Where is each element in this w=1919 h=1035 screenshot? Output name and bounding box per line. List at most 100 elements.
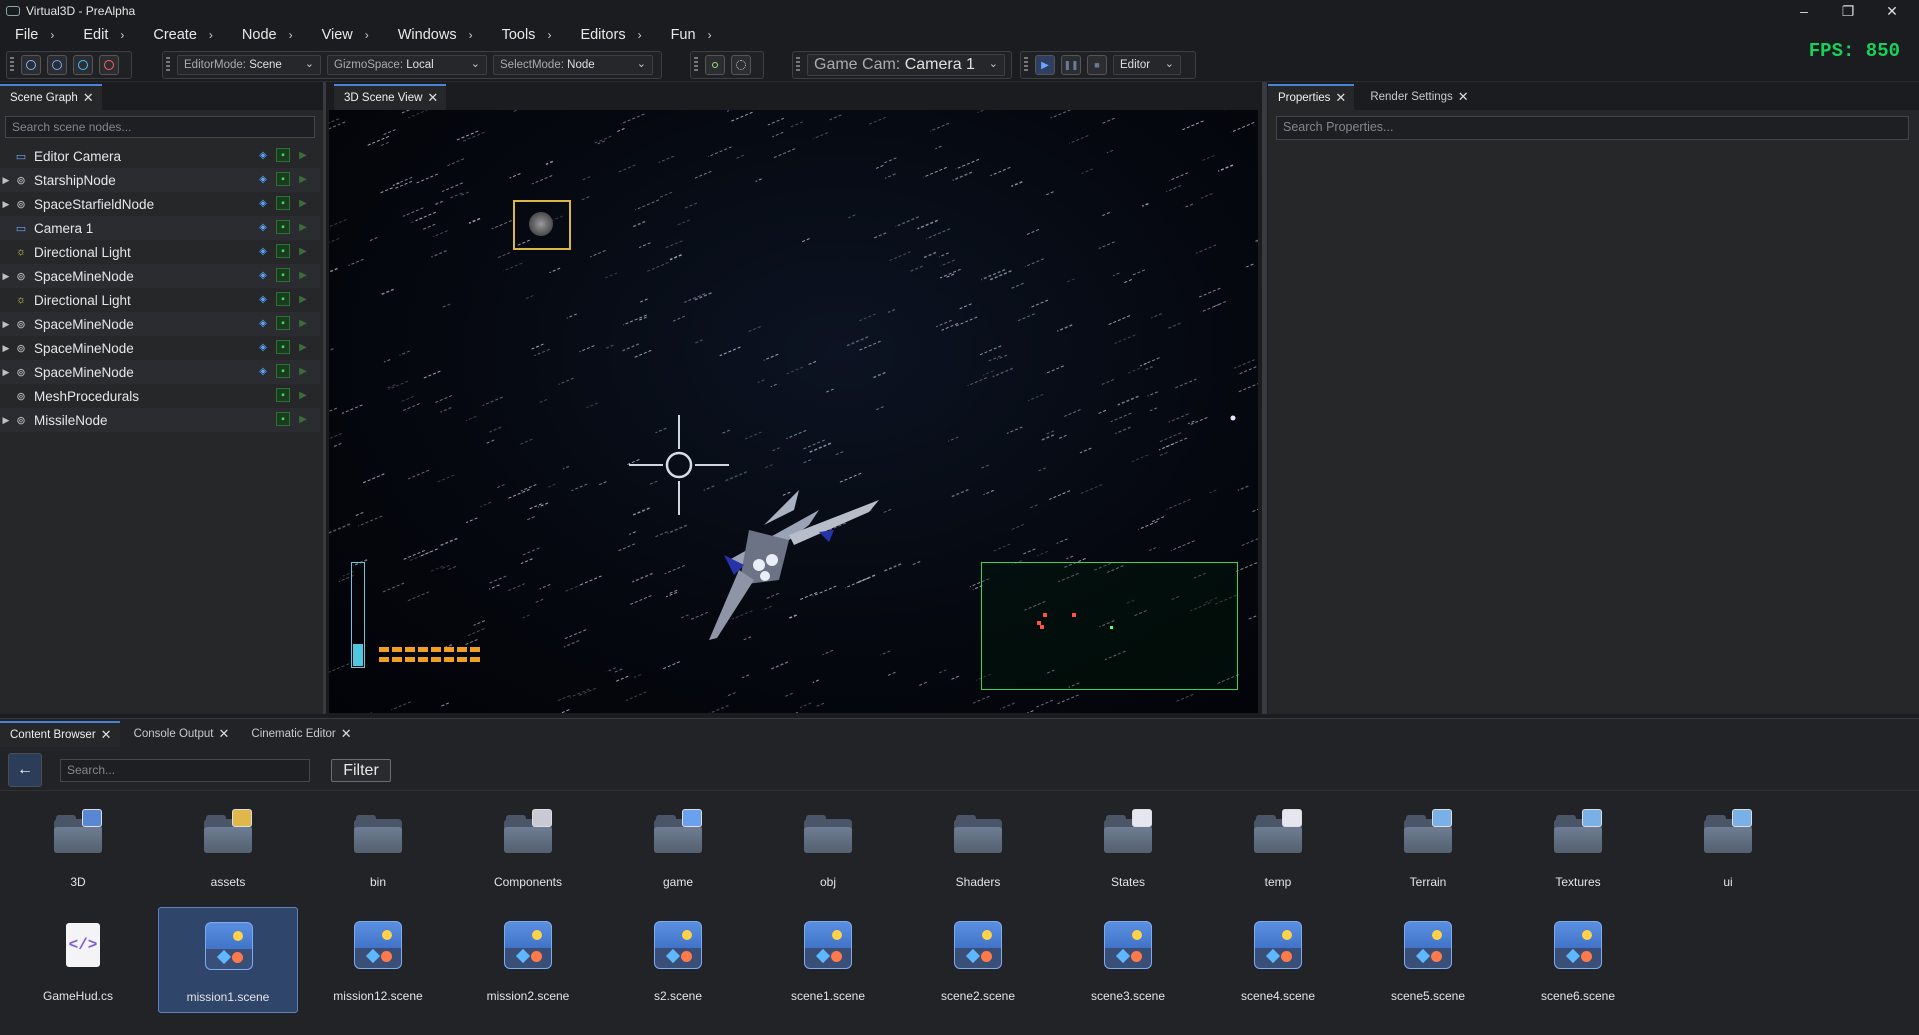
minimize-button[interactable]: –	[1782, 0, 1826, 22]
grip-handle-icon[interactable]	[1024, 57, 1028, 73]
folder-item[interactable]: Textures	[1508, 797, 1648, 903]
tab-properties[interactable]: Properties ✕	[1268, 84, 1355, 110]
eye-icon[interactable]: ◈	[256, 196, 270, 210]
eye-icon[interactable]	[256, 388, 270, 402]
eye-icon[interactable]: ◈	[256, 148, 270, 162]
play-icon[interactable]: ▶	[296, 412, 310, 426]
folder-item[interactable]: Terrain	[1358, 797, 1498, 903]
play-icon[interactable]: ▶	[296, 172, 310, 186]
file-item[interactable]: scene6.scene	[1508, 907, 1648, 1013]
file-item[interactable]: mission12.scene	[308, 907, 448, 1013]
visibility-toggle-icon[interactable]: ▪	[276, 364, 290, 378]
snap-button[interactable]	[705, 55, 725, 75]
scene-node-row[interactable]: ⊚ MeshProcedurals ▪ ▶	[0, 384, 320, 408]
expand-arrow-icon[interactable]: ▶	[0, 367, 12, 378]
eye-icon[interactable]: ◈	[256, 172, 270, 186]
expand-arrow-icon[interactable]: ▶	[0, 415, 12, 426]
eye-icon[interactable]: ◈	[256, 244, 270, 258]
menu-create[interactable]: Create ›	[138, 22, 227, 48]
stop-button[interactable]: ■	[1087, 55, 1107, 75]
play-icon[interactable]: ▶	[296, 388, 310, 402]
select-mode-select[interactable]: SelectMode: Node ⌄	[493, 55, 653, 75]
play-icon[interactable]: ▶	[296, 340, 310, 354]
expand-arrow-icon[interactable]: ▶	[0, 271, 12, 282]
folder-item[interactable]: obj	[758, 797, 898, 903]
tab-cinematic-editor[interactable]: Cinematic Editor ✕	[241, 721, 359, 747]
menu-tools[interactable]: Tools ›	[487, 22, 566, 48]
select-tool-button[interactable]	[21, 55, 41, 75]
play-icon[interactable]: ▶	[296, 268, 310, 282]
close-icon[interactable]: ✕	[341, 726, 352, 742]
file-item[interactable]: scene3.scene	[1058, 907, 1198, 1013]
file-item[interactable]: s2.scene	[608, 907, 748, 1013]
play-icon[interactable]: ▶	[296, 316, 310, 330]
expand-arrow-icon[interactable]: ▶	[0, 343, 12, 354]
close-icon[interactable]: ✕	[1458, 89, 1469, 105]
visibility-toggle-icon[interactable]: ▪	[276, 172, 290, 186]
visibility-toggle-icon[interactable]: ▪	[276, 340, 290, 354]
grip-handle-icon[interactable]	[694, 57, 698, 73]
eye-icon[interactable]: ◈	[256, 316, 270, 330]
play-icon[interactable]: ▶	[296, 292, 310, 306]
file-item[interactable]: scene4.scene	[1208, 907, 1348, 1013]
tab-console-output[interactable]: Console Output ✕	[124, 721, 238, 747]
visibility-toggle-icon[interactable]: ▪	[276, 316, 290, 330]
file-item[interactable]: </> GameHud.cs	[8, 907, 148, 1013]
folder-item[interactable]: ui	[1658, 797, 1798, 903]
visibility-toggle-icon[interactable]: ▪	[276, 244, 290, 258]
menu-fun[interactable]: Fun ›	[656, 22, 726, 48]
menu-view[interactable]: View ›	[307, 22, 383, 48]
tab-scene-graph[interactable]: Scene Graph ✕	[0, 84, 102, 110]
play-icon[interactable]: ▶	[296, 244, 310, 258]
scene-node-row[interactable]: ▶ ⊚ SpaceMineNode ◈ ▪ ▶	[0, 360, 320, 384]
scale-tool-button[interactable]	[99, 55, 119, 75]
scene-node-row[interactable]: ▶ ⊚ MissileNode ▪ ▶	[0, 408, 320, 432]
visibility-toggle-icon[interactable]: ▪	[276, 412, 290, 426]
visibility-toggle-icon[interactable]: ▪	[276, 388, 290, 402]
content-search-input[interactable]: Search...	[60, 759, 310, 782]
scene-node-row[interactable]: ☼ Directional Light ◈ ▪ ▶	[0, 240, 320, 264]
visibility-toggle-icon[interactable]: ▪	[276, 196, 290, 210]
expand-arrow-icon[interactable]: ▶	[0, 199, 12, 210]
scene-node-row[interactable]: ▶ ⊚ SpaceMineNode ◈ ▪ ▶	[0, 336, 320, 360]
scene-node-row[interactable]: ▭ Editor Camera ◈ ▪ ▶	[0, 144, 320, 168]
rotate-tool-button[interactable]	[73, 55, 93, 75]
scene-node-row[interactable]: ☼ Directional Light ◈ ▪ ▶	[0, 288, 320, 312]
file-item[interactable]: scene5.scene	[1358, 907, 1498, 1013]
close-icon[interactable]: ✕	[1335, 90, 1346, 106]
tab-content-browser[interactable]: Content Browser ✕	[0, 721, 120, 747]
play-icon[interactable]: ▶	[296, 364, 310, 378]
eye-icon[interactable]: ◈	[256, 220, 270, 234]
folder-item[interactable]: States	[1058, 797, 1198, 903]
scene-node-row[interactable]: ▶ ⊚ StarshipNode ◈ ▪ ▶	[0, 168, 320, 192]
play-target-select[interactable]: Editor ⌄	[1113, 55, 1181, 75]
eye-icon[interactable]: ◈	[256, 268, 270, 282]
file-item[interactable]: mission1.scene	[158, 907, 298, 1013]
folder-item[interactable]: Components	[458, 797, 598, 903]
menu-windows[interactable]: Windows ›	[383, 22, 487, 48]
close-icon[interactable]: ✕	[427, 90, 438, 106]
editor-mode-select[interactable]: EditorMode: Scene ⌄	[177, 55, 321, 75]
grid-button[interactable]	[731, 55, 751, 75]
close-icon[interactable]: ✕	[218, 726, 229, 742]
scene-node-row[interactable]: ▶ ⊚ SpaceMineNode ◈ ▪ ▶	[0, 264, 320, 288]
scene-search-input[interactable]: Search scene nodes...	[5, 116, 315, 138]
grip-handle-icon[interactable]	[796, 57, 800, 73]
expand-arrow-icon[interactable]: ▶	[0, 319, 12, 330]
close-window-button[interactable]: ✕	[1870, 0, 1914, 22]
scene-viewport[interactable]	[329, 110, 1258, 713]
folder-item[interactable]: bin	[308, 797, 448, 903]
tab-render-settings[interactable]: Render Settings ✕	[1360, 84, 1476, 110]
play-button[interactable]: ▶	[1035, 55, 1055, 75]
grip-handle-icon[interactable]	[10, 57, 14, 73]
folder-item[interactable]: game	[608, 797, 748, 903]
menu-editors[interactable]: Editors ›	[565, 22, 655, 48]
visibility-toggle-icon[interactable]: ▪	[276, 148, 290, 162]
scene-node-row[interactable]: ▶ ⊚ SpaceStarfieldNode ◈ ▪ ▶	[0, 192, 320, 216]
scene-node-row[interactable]: ▶ ⊚ SpaceMineNode ◈ ▪ ▶	[0, 312, 320, 336]
folder-item[interactable]: Shaders	[908, 797, 1048, 903]
expand-arrow-icon[interactable]: ▶	[0, 175, 12, 186]
properties-search-input[interactable]: Search Properties...	[1276, 116, 1909, 140]
menu-node[interactable]: Node ›	[227, 22, 307, 48]
filter-button[interactable]: Filter	[331, 759, 391, 782]
